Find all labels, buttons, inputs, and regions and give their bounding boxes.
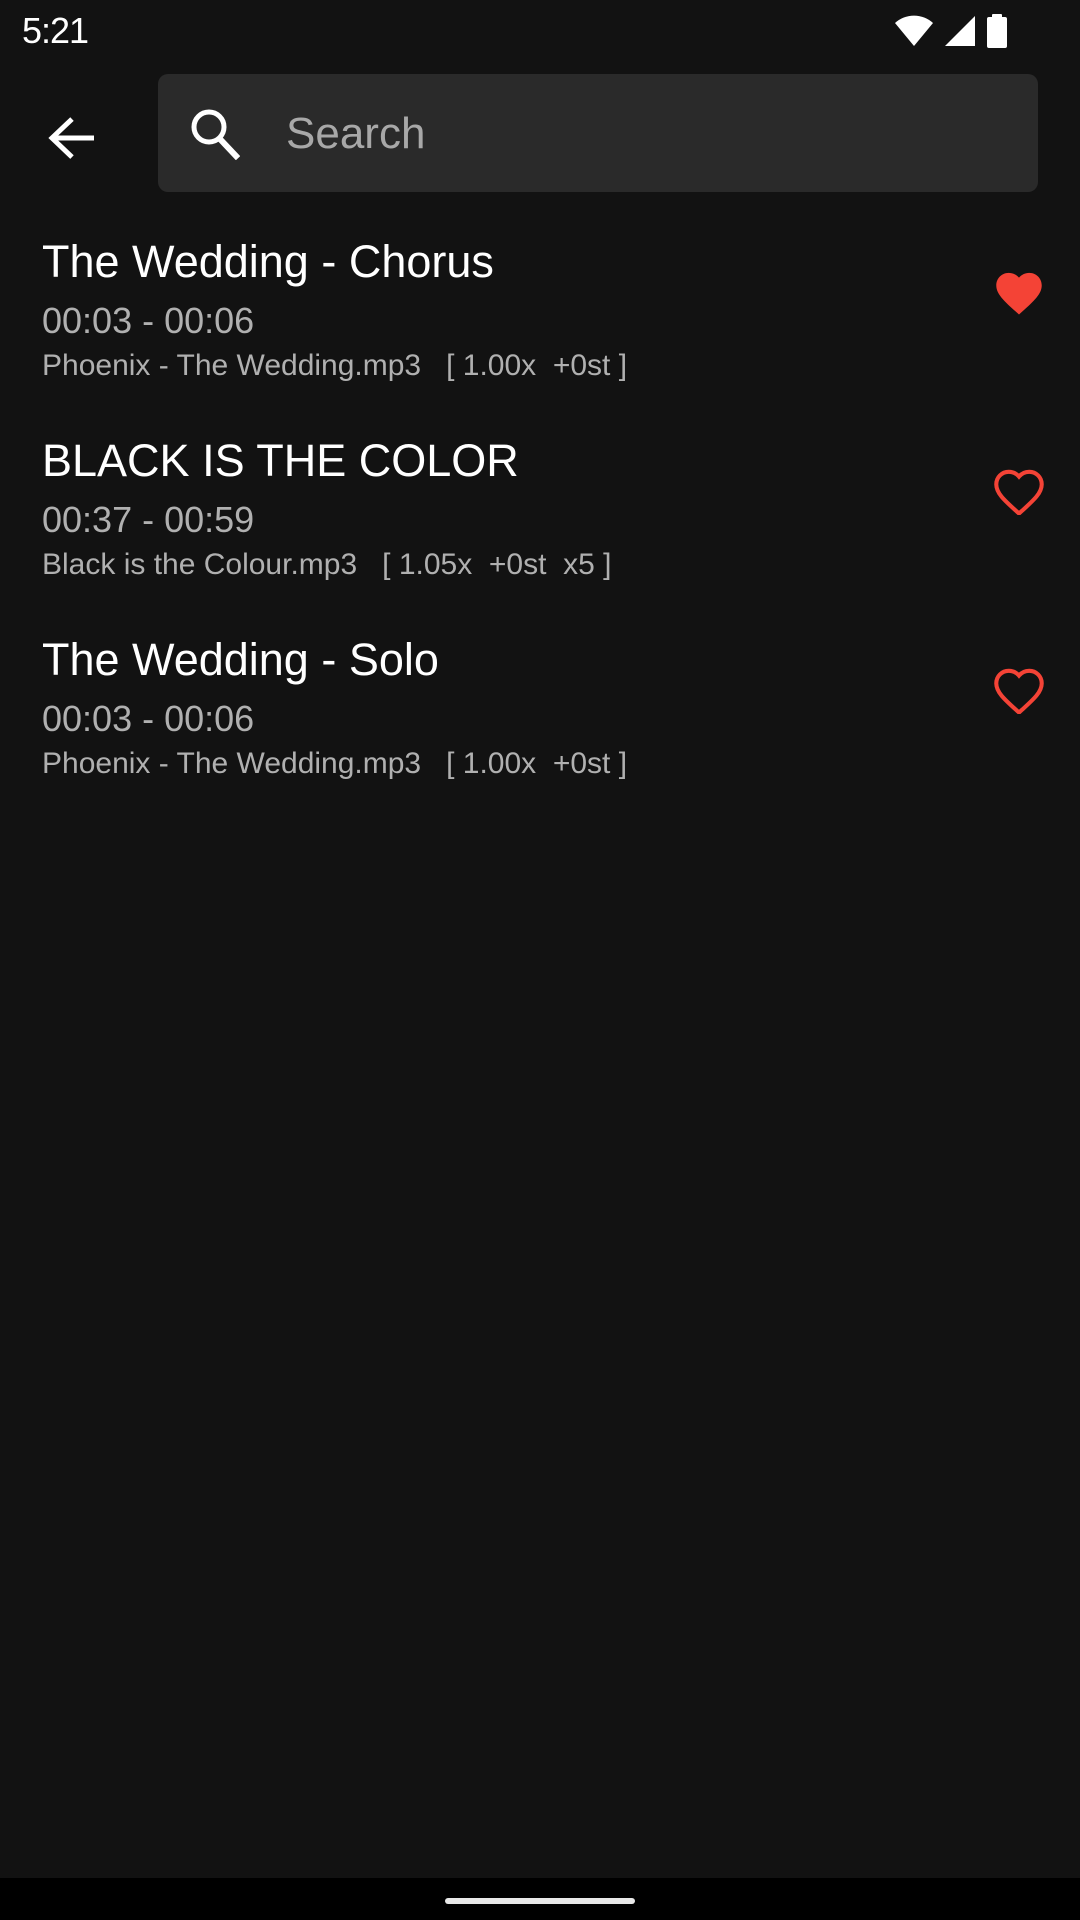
- wifi-icon: [894, 15, 934, 52]
- status-icons: [894, 14, 1008, 53]
- search-bar[interactable]: [158, 74, 1038, 194]
- list-item[interactable]: The Wedding - Solo 00:03 - 00:06 Phoenix…: [0, 618, 1080, 817]
- clip-list: The Wedding - Chorus 00:03 - 00:06 Phoen…: [0, 220, 1080, 817]
- list-item[interactable]: BLACK IS THE COLOR 00:37 - 00:59 Black i…: [0, 419, 1080, 618]
- list-item[interactable]: The Wedding - Chorus 00:03 - 00:06 Phoen…: [0, 220, 1080, 419]
- item-file-info: Phoenix - The Wedding.mp3 [ 1.00x +0st ]: [42, 747, 628, 780]
- item-time-range: 00:03 - 00:06: [42, 698, 255, 739]
- favorite-button[interactable]: [988, 461, 1050, 523]
- item-file-info: Black is the Colour.mp3 [ 1.05x +0st x5 …: [42, 548, 612, 581]
- battery-icon: [986, 14, 1008, 53]
- navigation-bar: [0, 1878, 1080, 1920]
- status-time: 5:21: [22, 10, 89, 51]
- item-title: The Wedding - Chorus: [42, 236, 494, 287]
- item-title: The Wedding - Solo: [42, 634, 439, 685]
- search-input[interactable]: [284, 74, 1008, 194]
- home-gesture-handle[interactable]: [445, 1898, 635, 1904]
- item-time-range: 00:03 - 00:06: [42, 300, 255, 341]
- search-icon: [190, 108, 241, 165]
- cellular-signal-icon: [944, 15, 976, 52]
- item-file-info: Phoenix - The Wedding.mp3 [ 1.00x +0st ]: [42, 349, 628, 382]
- heart-outline-icon: [991, 664, 1047, 719]
- favorite-button[interactable]: [988, 660, 1050, 722]
- heart-outline-icon: [991, 465, 1047, 520]
- arrow-left-icon: [48, 116, 96, 165]
- status-bar: 5:21: [0, 0, 1080, 64]
- heart-filled-icon: [991, 266, 1047, 321]
- favorite-button[interactable]: [988, 262, 1050, 324]
- item-time-range: 00:37 - 00:59: [42, 499, 255, 540]
- back-button[interactable]: [34, 102, 110, 178]
- item-title: BLACK IS THE COLOR: [42, 435, 519, 486]
